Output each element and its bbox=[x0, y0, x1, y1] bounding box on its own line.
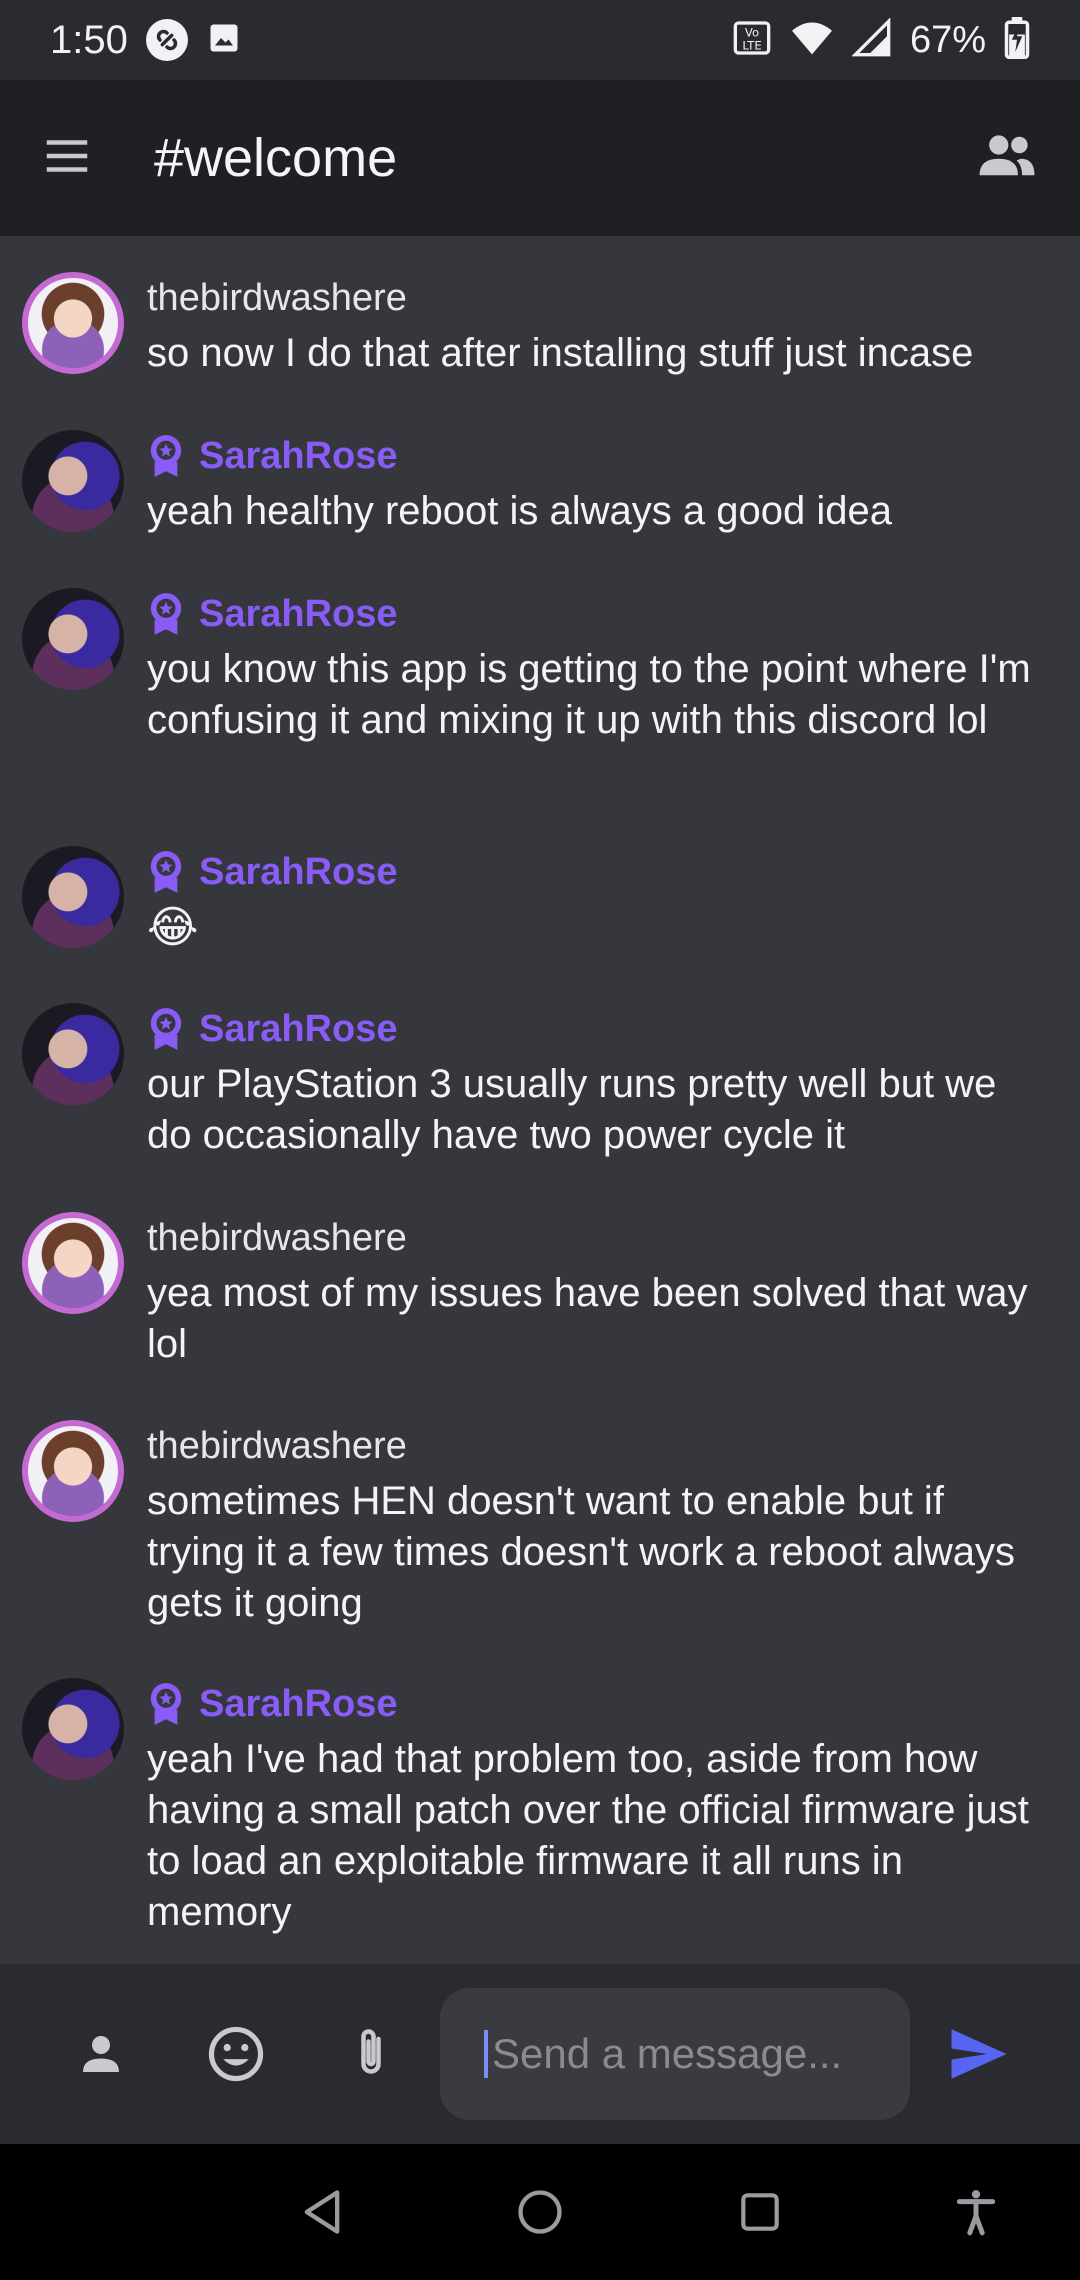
message-input-wrapper bbox=[440, 1988, 910, 2120]
recents-icon[interactable] bbox=[730, 2182, 790, 2242]
avatar[interactable] bbox=[22, 1212, 124, 1314]
message-list[interactable]: thebirdwashere so now I do that after in… bbox=[0, 236, 1080, 1964]
moderator-badge-icon bbox=[150, 435, 182, 477]
moderator-badge-icon bbox=[150, 851, 182, 893]
back-icon[interactable] bbox=[292, 2182, 352, 2242]
author-name: SarahRose bbox=[199, 592, 398, 635]
message-author[interactable]: SarahRose bbox=[147, 1003, 398, 1055]
avatar[interactable] bbox=[22, 272, 124, 374]
author-name: SarahRose bbox=[199, 1682, 398, 1725]
profile-icon[interactable] bbox=[66, 2019, 136, 2089]
message-text: sometimes HEN doesn't want to enable but… bbox=[147, 1479, 1016, 1625]
signal-icon bbox=[851, 16, 892, 63]
accessibility-icon[interactable] bbox=[946, 2182, 1006, 2242]
battery-charging-icon bbox=[1004, 16, 1030, 64]
message-author[interactable]: SarahRose bbox=[147, 588, 398, 640]
avatar[interactable] bbox=[22, 846, 124, 948]
app-bar: #welcome bbox=[0, 80, 1080, 236]
members-icon[interactable] bbox=[974, 123, 1040, 194]
message-text: yea most of my issues have been solved t… bbox=[147, 1271, 1028, 1366]
message-text: so now I do that after installing stuff … bbox=[147, 331, 974, 375]
author-name: SarahRose bbox=[199, 1007, 398, 1050]
moderator-badge-icon bbox=[150, 593, 182, 635]
status-bar: 1:50 Vo LTE 67% bbox=[0, 0, 1080, 80]
vpn-icon bbox=[145, 19, 188, 61]
status-time: 1:50 bbox=[50, 17, 128, 62]
moderator-badge-icon bbox=[150, 1683, 182, 1725]
message-text: yeah I've had that problem too, aside fr… bbox=[147, 1737, 1029, 1934]
svg-text:LTE: LTE bbox=[742, 38, 761, 52]
send-icon[interactable] bbox=[944, 2019, 1014, 2089]
message-author[interactable]: SarahRose bbox=[147, 1678, 398, 1730]
avatar[interactable] bbox=[22, 430, 124, 532]
message-author[interactable]: SarahRose bbox=[147, 846, 398, 898]
home-icon[interactable] bbox=[510, 2182, 570, 2242]
message-author[interactable]: SarahRose bbox=[147, 430, 398, 482]
avatar[interactable] bbox=[22, 1003, 124, 1105]
emoji-icon[interactable] bbox=[201, 2019, 271, 2089]
channel-title: #welcome bbox=[154, 128, 398, 188]
message-author[interactable]: thebirdwashere bbox=[147, 1420, 407, 1472]
message-text: you know this app is getting to the poin… bbox=[147, 647, 1031, 742]
wifi-icon bbox=[790, 18, 834, 63]
battery-percent: 67% bbox=[909, 18, 986, 61]
author-name: SarahRose bbox=[199, 434, 398, 477]
message-text: our PlayStation 3 usually runs pretty we… bbox=[147, 1062, 997, 1157]
volte-icon: Vo LTE bbox=[732, 18, 772, 63]
image-icon bbox=[206, 20, 242, 61]
menu-icon[interactable] bbox=[40, 129, 94, 188]
avatar[interactable] bbox=[22, 1420, 124, 1522]
message-text: 😂 bbox=[147, 903, 199, 952]
avatar[interactable] bbox=[22, 1678, 124, 1780]
message-text: yeah healthy reboot is always a good ide… bbox=[147, 489, 892, 533]
message-author[interactable]: thebirdwashere bbox=[147, 1212, 407, 1264]
author-name: SarahRose bbox=[199, 850, 398, 893]
message-input[interactable] bbox=[484, 2030, 866, 2078]
moderator-badge-icon bbox=[150, 1008, 182, 1050]
message-author[interactable]: thebirdwashere bbox=[147, 272, 407, 324]
system-nav-bar bbox=[0, 2144, 1080, 2280]
svg-text:Vo: Vo bbox=[745, 25, 759, 39]
avatar[interactable] bbox=[22, 588, 124, 690]
composer-bar bbox=[0, 1964, 1080, 2144]
attach-icon[interactable] bbox=[336, 2019, 406, 2089]
